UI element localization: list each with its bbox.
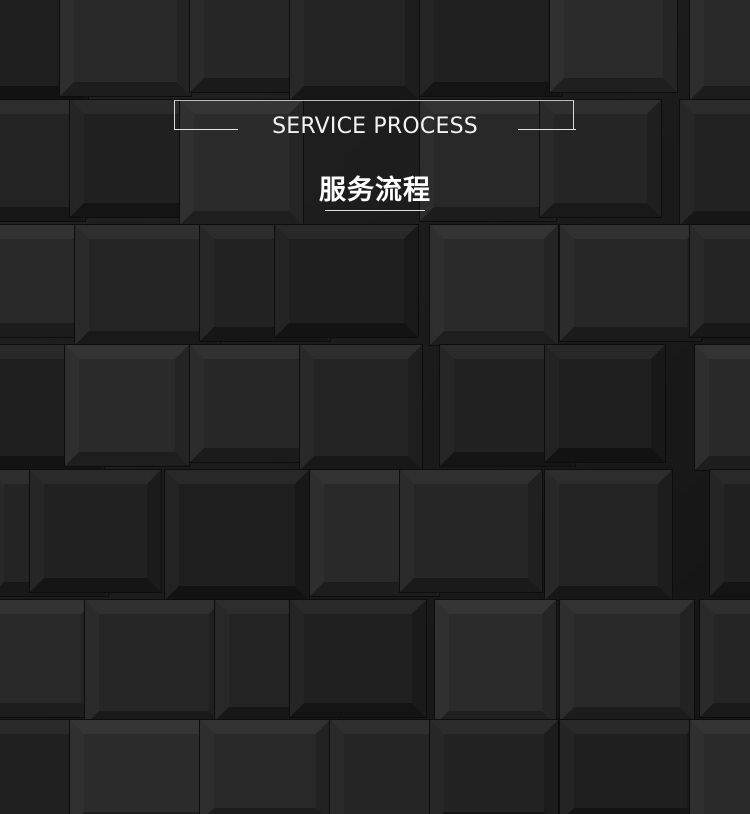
cube-tile	[74, 224, 221, 346]
cube-tile	[29, 469, 162, 593]
cube-tile	[434, 599, 557, 726]
cube-tile	[289, 599, 427, 718]
cube-tile	[69, 719, 216, 814]
cube-tile	[59, 0, 192, 97]
cube-tile	[299, 344, 423, 471]
cube-tile	[699, 599, 750, 718]
cube-tile	[559, 224, 702, 342]
cube-tile	[274, 224, 419, 338]
service-process-banner: SERVICE PROCESS 服务流程	[0, 0, 750, 814]
title-underline	[325, 210, 425, 211]
cube-tile	[429, 224, 559, 346]
cube-tile	[709, 469, 750, 597]
section-title-chinese: 服务流程	[319, 175, 431, 206]
cube-tile	[694, 344, 750, 471]
section-title-english: SERVICE PROCESS	[272, 114, 478, 139]
cube-tile	[559, 599, 695, 722]
cube-tile	[689, 719, 750, 814]
cube-tile	[429, 719, 559, 814]
cube-tile	[0, 599, 96, 718]
cube-tile	[289, 0, 420, 101]
cube-tile	[689, 0, 750, 101]
cube-tile	[544, 469, 673, 601]
cube-tile	[544, 344, 666, 463]
cube-tile	[559, 719, 702, 814]
cube-tile	[84, 599, 224, 726]
cube-tile	[399, 469, 543, 593]
cube-tile	[419, 0, 563, 97]
cube-tile	[64, 344, 190, 467]
cube-tile	[199, 719, 331, 814]
cube-tile	[164, 469, 310, 601]
cube-tile	[689, 224, 750, 338]
cube-tile	[549, 0, 678, 93]
